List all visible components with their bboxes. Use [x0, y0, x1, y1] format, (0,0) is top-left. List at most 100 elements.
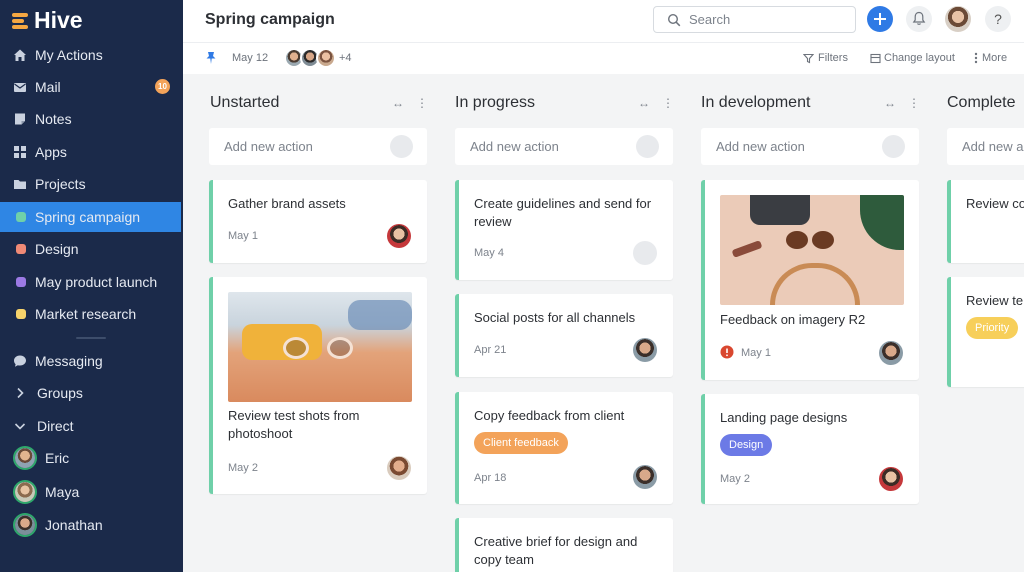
sidebar-item-may-product-launch[interactable]: May product launch [0, 267, 183, 297]
direct-message-maya[interactable]: Maya [0, 477, 183, 507]
assignee-avatar[interactable] [633, 338, 657, 362]
hive-logo[interactable]: Hive [12, 7, 83, 34]
sidebar-item-spring-campaign[interactable]: Spring campaign [0, 202, 181, 232]
assignee-avatar[interactable] [879, 341, 903, 365]
project-color-dot [16, 212, 26, 222]
column-menu-icon[interactable]: ⋮ [908, 96, 920, 110]
assignee-avatar[interactable] [879, 467, 903, 491]
action-card[interactable]: Creative brief for design and copy team [455, 518, 673, 572]
project-date: May 12 [232, 52, 269, 64]
more-button[interactable]: More [982, 52, 1007, 64]
sidebar-item-my-actions[interactable]: My Actions [0, 40, 183, 70]
sidebar-item-label: Groups [37, 385, 83, 401]
more-vertical-icon [974, 52, 978, 64]
member-avatar[interactable] [316, 48, 336, 68]
action-card[interactable]: Review te Priority [947, 277, 1024, 387]
assignee-avatar[interactable] [387, 456, 411, 480]
sidebar-item-label: Mail [35, 79, 61, 95]
assignee-icon[interactable] [882, 135, 905, 158]
card-date: May 2 [720, 473, 750, 485]
sidebar-item-projects[interactable]: Projects [0, 169, 183, 199]
action-card[interactable]: Create guidelines and send for review Ma… [455, 180, 673, 280]
plus-icon [874, 13, 886, 25]
avatar [13, 446, 37, 470]
assignee-icon[interactable] [636, 135, 659, 158]
card-title: Social posts for all channels [474, 310, 636, 325]
avatar [13, 513, 37, 537]
card-title: Gather brand assets [228, 196, 346, 211]
home-icon [14, 49, 26, 61]
add-action-input[interactable]: Add new action [701, 128, 919, 165]
action-card[interactable]: Review test shots from photoshoot May 2 [209, 277, 427, 494]
action-card[interactable]: Landing page designs Design May 2 [701, 394, 919, 504]
mail-count-badge: 10 [155, 79, 170, 94]
action-card[interactable]: Copy feedback from client Client feedbac… [455, 392, 673, 504]
sidebar-item-label: Direct [37, 418, 74, 434]
card-date: May 1 [228, 230, 258, 242]
sidebar-item-label: May product launch [35, 274, 158, 290]
assignee-avatar[interactable] [633, 465, 657, 489]
sidebar-item-messaging[interactable]: Messaging [0, 346, 183, 376]
action-card[interactable]: Review co [947, 180, 1024, 263]
pin-icon[interactable] [205, 51, 217, 65]
action-card[interactable]: Gather brand assets May 1 [209, 180, 427, 263]
card-title: Create guidelines and send for review [474, 196, 652, 229]
help-button[interactable]: ? [985, 6, 1011, 32]
sidebar-item-mail[interactable]: Mail 10 [0, 72, 183, 102]
column-expand-icon[interactable]: ↔ [638, 96, 650, 110]
mail-icon [14, 83, 26, 92]
add-action-input[interactable]: Add new action [455, 128, 673, 165]
card-image-sunglasses [228, 292, 412, 402]
filter-icon [803, 53, 814, 64]
sidebar-item-direct[interactable]: Direct [0, 411, 183, 441]
project-color-dot [16, 277, 26, 287]
column-expand-icon[interactable]: ↔ [884, 96, 896, 110]
sidebar-resize-handle[interactable] [76, 337, 106, 339]
column-title: Complete [947, 94, 1016, 111]
notifications-button[interactable] [906, 6, 932, 32]
add-action-input[interactable]: Add new action [209, 128, 427, 165]
more-members-count[interactable]: +4 [339, 52, 352, 64]
sidebar-item-notes[interactable]: Notes [0, 104, 183, 134]
kanban-board: Unstarted ↔ ⋮ Add new action Gather bran… [183, 74, 1024, 572]
avatar [13, 480, 37, 504]
assignee-icon[interactable] [390, 135, 413, 158]
person-name: Jonathan [45, 517, 103, 533]
tag-priority[interactable]: Priority [966, 317, 1019, 339]
column-menu-icon[interactable]: ⋮ [662, 96, 674, 110]
unassigned-user-icon[interactable] [633, 241, 657, 265]
column-menu-icon[interactable]: ⋮ [416, 96, 428, 110]
chevron-right-icon [17, 387, 24, 399]
user-avatar[interactable] [945, 6, 971, 32]
filters-button[interactable]: Filters [818, 52, 848, 64]
person-name: Maya [45, 484, 80, 500]
direct-message-jonathan[interactable]: Jonathan [0, 510, 183, 540]
sidebar-item-label: Spring campaign [35, 209, 141, 225]
direct-message-eric[interactable]: Eric [0, 443, 183, 473]
sidebar-item-label: Messaging [35, 353, 103, 369]
sidebar-item-label: Apps [35, 144, 67, 160]
sidebar-item-groups[interactable]: Groups [0, 378, 183, 408]
search-input[interactable]: Search [653, 6, 856, 33]
sidebar-item-market-research[interactable]: Market research [0, 299, 183, 329]
tag-client-feedback[interactable]: Client feedback [474, 432, 568, 454]
person-name: Eric [45, 450, 70, 466]
assignee-avatar[interactable] [387, 224, 411, 248]
project-toolbar: May 12 +4 Filters Change layout More [183, 42, 1024, 74]
change-layout-button[interactable]: Change layout [884, 52, 955, 64]
column-expand-icon[interactable]: ↔ [392, 96, 404, 110]
card-title: Creative brief for design and copy team [474, 534, 638, 567]
add-button[interactable] [867, 6, 893, 32]
sidebar-item-design[interactable]: Design [0, 234, 183, 264]
tag-design[interactable]: Design [720, 434, 773, 456]
action-card[interactable]: Feedback on imagery R2 May 1 [701, 180, 919, 380]
help-icon: ? [994, 11, 1002, 27]
sidebar-item-label: Design [35, 241, 79, 257]
card-date: May 2 [228, 462, 258, 474]
folder-icon [14, 180, 26, 189]
bell-icon [912, 11, 926, 25]
action-card[interactable]: Social posts for all channels Apr 21 [455, 294, 673, 377]
add-action-placeholder: Add new action [224, 139, 313, 154]
add-action-input[interactable]: Add new a [947, 128, 1024, 165]
sidebar-item-apps[interactable]: Apps [0, 137, 183, 167]
